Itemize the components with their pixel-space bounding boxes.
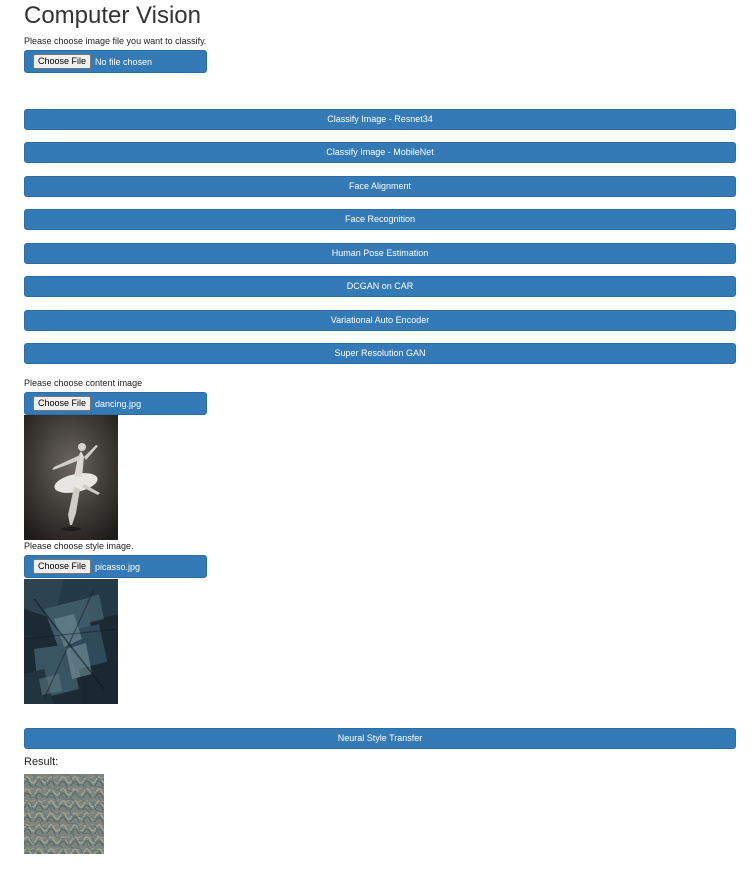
- style-image-preview: [24, 579, 118, 704]
- result-image: [24, 774, 104, 854]
- classify-upload-label: Please choose image file you want to cla…: [24, 36, 207, 46]
- style-file-name: picasso.jpg: [95, 561, 141, 572]
- classify-file-input[interactable]: Choose File No file chosen: [24, 50, 207, 73]
- variational-auto-encoder-button[interactable]: Variational Auto Encoder: [24, 310, 736, 331]
- human-pose-estimation-button[interactable]: Human Pose Estimation: [24, 243, 736, 264]
- content-image-preview: [24, 415, 118, 540]
- content-choose-file-button[interactable]: Choose File: [33, 396, 92, 411]
- classify-mobilenet-button[interactable]: Classify Image - MobileNet: [24, 142, 736, 163]
- content-file-input[interactable]: Choose File dancing.jpg: [24, 392, 207, 415]
- content-upload-label: Please choose content image: [24, 378, 143, 388]
- style-file-input[interactable]: Choose File picasso.jpg: [24, 555, 207, 578]
- super-resolution-gan-button[interactable]: Super Resolution GAN: [24, 343, 736, 364]
- page: Computer Vision Please choose image file…: [0, 0, 754, 870]
- style-choose-file-button[interactable]: Choose File: [33, 559, 92, 574]
- classify-resnet34-button[interactable]: Classify Image - Resnet34: [24, 109, 736, 130]
- content-file-name: dancing.jpg: [95, 398, 142, 409]
- result-label: Result:: [24, 756, 59, 768]
- neural-style-transfer-button[interactable]: Neural Style Transfer: [24, 728, 736, 749]
- classify-choose-file-button[interactable]: Choose File: [33, 54, 92, 69]
- classify-file-name: No file chosen: [95, 56, 153, 67]
- style-upload-label: Please choose style image.: [24, 541, 134, 551]
- page-title: Computer Vision: [24, 2, 201, 29]
- face-recognition-button[interactable]: Face Recognition: [24, 209, 736, 230]
- dcgan-car-button[interactable]: DCGAN on CAR: [24, 276, 736, 297]
- face-alignment-button[interactable]: Face Alignment: [24, 176, 736, 197]
